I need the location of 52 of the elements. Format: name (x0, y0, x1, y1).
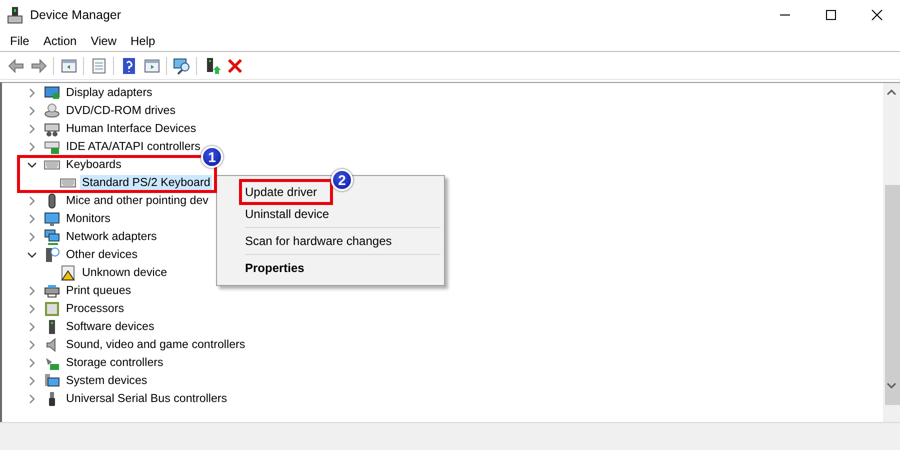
menu-item[interactable]: View (84, 30, 124, 52)
context-menu-item[interactable]: Scan for hardware changes (241, 232, 396, 250)
tree-item[interactable]: Human Interface Devices (64, 121, 198, 137)
display-icon (44, 85, 60, 101)
close-icon (871, 9, 883, 21)
tree-item[interactable]: Processors (64, 301, 126, 317)
computer-icon (44, 373, 60, 389)
context-menu-item[interactable]: Uninstall device (241, 205, 334, 223)
tree-item[interactable]: Universal Serial Bus controllers (64, 391, 230, 407)
menu-item[interactable]: Action (36, 30, 84, 52)
monitor-icon (44, 211, 60, 227)
step-number: 1 (201, 146, 223, 168)
tree-item[interactable]: IDE ATA/ATAPI controllers (64, 139, 202, 155)
tree-item[interactable]: Display adapters (64, 85, 154, 101)
maximize-icon (825, 9, 837, 21)
back-arrow-icon (6, 56, 24, 74)
tree-item[interactable]: Monitors (64, 211, 112, 227)
properties-icon (90, 56, 108, 74)
uninstall-icon (226, 56, 244, 74)
tree-item[interactable]: Network adapters (64, 229, 159, 245)
tree-item[interactable]: Mice and other pointing dev (64, 193, 210, 209)
scroll-up-icon[interactable] (887, 89, 896, 95)
forward-arrow-icon (30, 56, 48, 74)
controller-card-icon (44, 139, 60, 155)
tree-item[interactable]: Other devices (64, 247, 140, 263)
tree-item[interactable]: Software devices (64, 319, 156, 335)
tree-item[interactable]: Keyboards (64, 157, 124, 173)
step-number: 2 (331, 169, 353, 191)
printer-icon (44, 283, 60, 299)
tree-item[interactable]: Standard PS/2 Keyboard (80, 175, 212, 191)
menu-item[interactable]: File (3, 30, 36, 52)
tree-item[interactable]: Storage controllers (64, 355, 166, 371)
action-pane-icon (142, 56, 160, 74)
scan-monitor-icon (172, 56, 190, 74)
console-tree-icon (60, 56, 78, 74)
network-icon (44, 229, 60, 245)
tree-item[interactable]: Print queues (64, 283, 134, 299)
app-icon (6, 6, 24, 24)
tree-item[interactable]: Sound, video and game controllers (64, 337, 248, 353)
storage-card-icon (44, 355, 60, 371)
chip-icon (44, 301, 60, 317)
context-menu-item[interactable]: Update driver (241, 183, 322, 201)
context-menu-item[interactable]: Properties (241, 259, 308, 277)
tree-item[interactable]: System devices (64, 373, 150, 389)
warning-icon (60, 265, 76, 281)
menu-item[interactable]: Help (124, 30, 162, 52)
tree-item[interactable]: DVD/CD-ROM drives (64, 103, 178, 119)
window-title: Device Manager (30, 6, 122, 24)
device-question-icon (44, 247, 60, 263)
scrollbar[interactable] (883, 83, 900, 422)
scroll-down-icon[interactable] (887, 383, 896, 389)
tree-item[interactable]: Unknown device (80, 265, 170, 281)
